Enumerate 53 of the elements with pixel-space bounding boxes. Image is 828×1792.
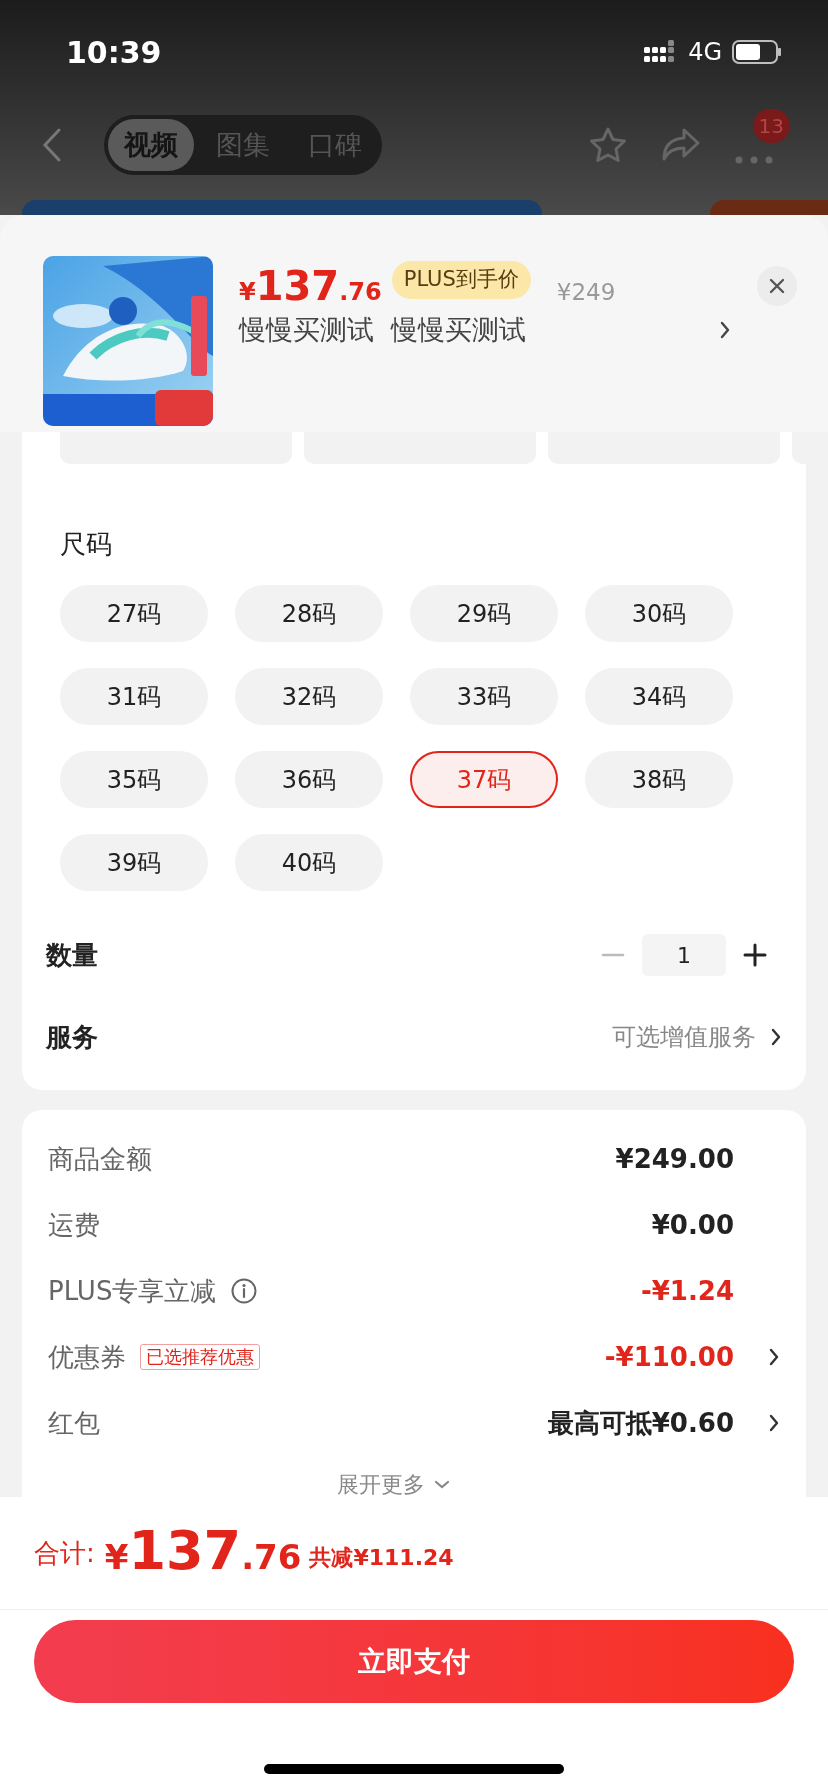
- network-label: 4G: [688, 37, 722, 68]
- size-option[interactable]: 34码: [585, 668, 733, 725]
- size-option[interactable]: 38码: [585, 751, 733, 808]
- product-price: ¥137.76: [239, 262, 382, 311]
- size-option[interactable]: 32码: [235, 668, 383, 725]
- size-option[interactable]: 40码: [235, 834, 383, 891]
- chevron-right-icon: [768, 1413, 780, 1433]
- total-label: 合计:: [34, 1536, 95, 1570]
- coupon-tag: 已选推荐优惠: [140, 1344, 260, 1370]
- chevron-right-icon: [768, 1347, 780, 1367]
- expand-more-link[interactable]: 展开更多: [337, 1468, 425, 1497]
- status-time: 10:39: [66, 33, 162, 72]
- total-price: ¥137.76: [104, 1523, 302, 1583]
- summary-label: PLUS专享立减: [48, 1274, 217, 1308]
- size-option[interactable]: 27码: [60, 585, 208, 642]
- product-title: 慢慢买测试 慢慢买测试: [239, 313, 527, 347]
- chevron-down-icon: [433, 1478, 451, 1491]
- summary-value: -¥1.24: [640, 1274, 734, 1308]
- size-option[interactable]: 35码: [60, 751, 208, 808]
- service-label: 服务: [46, 1020, 98, 1054]
- size-option[interactable]: 36码: [235, 751, 383, 808]
- summary-label: 商品金额: [48, 1142, 152, 1176]
- quantity-field[interactable]: 1: [642, 934, 726, 976]
- summary-label: 运费: [48, 1208, 100, 1242]
- notification-badge: 13: [752, 109, 790, 143]
- size-option[interactable]: 33码: [410, 668, 558, 725]
- size-option[interactable]: 30码: [585, 585, 733, 642]
- summary-label: 红包: [48, 1406, 100, 1440]
- summary-label: 优惠券: [48, 1340, 126, 1374]
- chevron-right-icon: [770, 1027, 782, 1047]
- star-icon[interactable]: [588, 125, 628, 165]
- size-option[interactable]: 31码: [60, 668, 208, 725]
- summary-value[interactable]: -¥110.00: [604, 1337, 734, 1377]
- service-option[interactable]: 可选增值服务: [612, 1019, 756, 1055]
- close-button[interactable]: [757, 266, 797, 306]
- summary-value: ¥0.00: [651, 1208, 734, 1242]
- size-option[interactable]: 29码: [410, 585, 558, 642]
- size-option[interactable]: 39码: [60, 834, 208, 891]
- total-savings: 共减¥111.24: [309, 1543, 454, 1572]
- size-option[interactable]: 28码: [235, 585, 383, 642]
- plus-price-tag: PLUS到手价: [391, 261, 531, 299]
- more-icon[interactable]: [734, 155, 774, 165]
- original-price: ¥249: [556, 278, 616, 307]
- chevron-right-icon: [719, 320, 731, 341]
- pay-button[interactable]: 立即支付: [34, 1620, 794, 1703]
- size-label: 尺码: [60, 528, 113, 561]
- info-icon[interactable]: [230, 1277, 259, 1305]
- close-icon: [768, 277, 786, 295]
- summary-value[interactable]: 最高可抵¥0.60: [547, 1403, 734, 1443]
- battery-icon: [732, 40, 782, 64]
- quantity-label: 数量: [46, 938, 98, 972]
- size-option[interactable]: 37码: [410, 751, 558, 808]
- summary-value: ¥249.00: [615, 1142, 734, 1176]
